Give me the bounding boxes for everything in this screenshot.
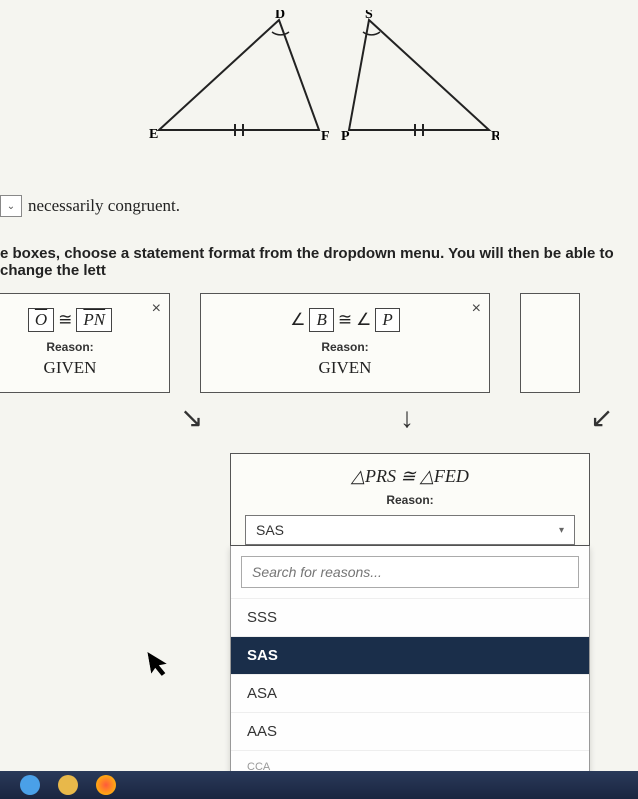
conclusion-block: △PRS ≅ △FED Reason: SAS ▾ SSS SAS ASA AA…: [230, 453, 590, 776]
angle-symbol: ∠: [356, 310, 371, 330]
sentence-text: necessarily congruent.: [28, 196, 180, 216]
taskbar-icon[interactable]: [58, 775, 78, 795]
option-sas[interactable]: SAS: [231, 636, 589, 674]
segment-lhs[interactable]: O: [28, 308, 54, 332]
givens-row: × O ≅ PN Reason: GIVEN × ∠ B ≅ ∠ P Reaso…: [0, 293, 638, 393]
chevron-down-icon: ⌄: [7, 201, 15, 212]
taskbar-icon[interactable]: [20, 775, 40, 795]
option-asa[interactable]: ASA: [231, 674, 589, 712]
conclusion-statement: △PRS ≅ △FED: [245, 466, 575, 491]
close-icon[interactable]: ×: [472, 300, 481, 318]
svg-text:R: R: [491, 129, 499, 144]
arrow-down-right-icon: ↘: [180, 401, 203, 435]
statement-2: ∠ B ≅ ∠ P: [215, 304, 475, 338]
angle-symbol: ∠: [290, 310, 305, 330]
option-aas[interactable]: AAS: [231, 712, 589, 750]
angle-lhs[interactable]: B: [309, 308, 333, 332]
search-input[interactable]: [241, 556, 579, 588]
instruction-text: e boxes, choose a statement format from …: [0, 227, 638, 293]
taskbar-icon[interactable]: [96, 775, 116, 795]
sentence-row: ⌄ necessarily congruent.: [0, 185, 638, 227]
svg-text:E: E: [149, 127, 158, 142]
flow-arrows: ↘ ↓ ↙: [0, 393, 638, 453]
given-card-1: × O ≅ PN Reason: GIVEN: [0, 293, 170, 393]
segment-rhs[interactable]: PN: [76, 308, 112, 332]
reason-dropdown-panel: SSS SAS ASA AAS CCA: [230, 546, 590, 776]
statement-1: O ≅ PN: [0, 304, 155, 338]
svg-text:D: D: [275, 10, 285, 22]
close-icon[interactable]: ×: [152, 300, 161, 318]
reason-select[interactable]: SAS ▾: [245, 515, 575, 545]
conclusion-reason-label: Reason:: [245, 493, 575, 507]
given-card-2: × ∠ B ≅ ∠ P Reason: GIVEN: [200, 293, 490, 393]
svg-text:P: P: [341, 129, 350, 144]
cursor-icon: [147, 649, 172, 684]
sentence-dropdown[interactable]: ⌄: [0, 195, 22, 217]
angle-rhs[interactable]: P: [375, 308, 399, 332]
congruent-symbol: ≅: [338, 310, 352, 330]
triangles-diagram: E D F P S R: [0, 0, 638, 185]
triangle-svg: E D F P S R: [139, 10, 499, 160]
selected-reason: SAS: [256, 522, 284, 538]
congruent-symbol: ≅: [58, 310, 72, 330]
option-sss[interactable]: SSS: [231, 598, 589, 636]
reason-label-2: Reason:: [215, 340, 475, 354]
caret-down-icon: ▾: [559, 525, 564, 536]
arrow-down-left-icon: ↙: [590, 401, 613, 435]
arrow-down-icon: ↓: [400, 403, 414, 435]
svg-text:F: F: [321, 129, 330, 144]
taskbar: [0, 771, 638, 799]
given-card-3: [520, 293, 580, 393]
svg-text:S: S: [365, 10, 373, 22]
reason-value-1: GIVEN: [0, 358, 155, 378]
conclusion-card: △PRS ≅ △FED Reason: SAS ▾: [230, 453, 590, 546]
reason-label-1: Reason:: [0, 340, 155, 354]
reason-value-2: GIVEN: [215, 358, 475, 378]
